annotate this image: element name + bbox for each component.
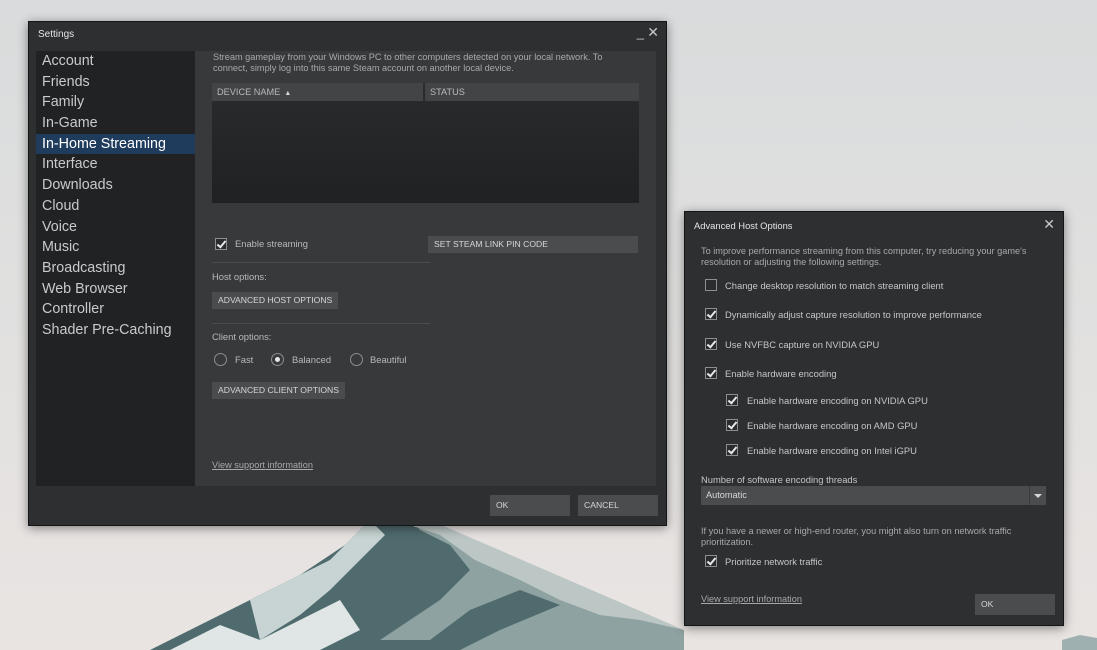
radio-balanced[interactable]	[271, 353, 284, 366]
streaming-description: Stream gameplay from your Windows PC to …	[213, 52, 603, 73]
radio-beautiful-label: Beautiful	[370, 354, 407, 365]
hardware-encoding-checkbox[interactable]	[705, 367, 717, 379]
ok-button[interactable]: OK	[975, 594, 1055, 615]
cancel-button[interactable]: CANCEL	[578, 495, 658, 516]
client-options-label: Client options:	[212, 331, 272, 342]
sidebar-item-in-game[interactable]: In-Game	[36, 113, 195, 134]
radio-balanced-label: Balanced	[292, 354, 332, 365]
change-resolution-label: Change desktop resolution to match strea…	[725, 280, 944, 291]
radio-beautiful[interactable]	[350, 353, 363, 366]
hw-encoding-nvidia-checkbox[interactable]	[726, 394, 738, 406]
divider	[212, 262, 430, 263]
sidebar-item-shader-pre-caching[interactable]: Shader Pre-Caching	[36, 320, 195, 341]
nvfbc-capture-label: Use NVFBC capture on NVIDIA GPU	[725, 339, 880, 350]
enable-streaming-label: Enable streaming	[235, 238, 308, 249]
hw-encoding-intel-checkbox[interactable]	[726, 444, 738, 456]
prioritize-traffic-checkbox[interactable]	[705, 555, 717, 567]
view-support-information-link[interactable]: View support information	[212, 460, 313, 470]
radio-fast-label: Fast	[235, 354, 254, 365]
hw-encoding-amd-label: Enable hardware encoding on AMD GPU	[747, 420, 918, 431]
sidebar-item-family[interactable]: Family	[36, 92, 195, 113]
host-options-label: Host options:	[212, 271, 267, 282]
encoding-threads-label: Number of software encoding threads	[701, 474, 858, 485]
dynamic-resolution-label: Dynamically adjust capture resolution to…	[725, 309, 982, 320]
change-resolution-checkbox[interactable]	[705, 279, 717, 291]
sidebar-item-broadcasting[interactable]: Broadcasting	[36, 258, 195, 279]
advanced-client-options-button[interactable]: ADVANCED CLIENT OPTIONS	[212, 382, 345, 399]
streaming-panel: Stream gameplay from your Windows PC to …	[195, 51, 656, 486]
ok-button[interactable]: OK	[490, 495, 570, 516]
minimize-icon[interactable]: _	[637, 25, 644, 40]
sidebar-item-downloads[interactable]: Downloads	[36, 175, 195, 196]
column-header-device-name[interactable]: DEVICE NAME ▲	[212, 83, 424, 101]
router-note: If you have a newer or high-end router, …	[701, 526, 1012, 547]
hw-encoding-nvidia-label: Enable hardware encoding on NVIDIA GPU	[747, 395, 928, 406]
close-icon[interactable]: ✕	[1043, 216, 1055, 233]
enable-streaming-checkbox[interactable]	[215, 238, 227, 250]
sidebar-item-friends[interactable]: Friends	[36, 72, 195, 93]
sidebar-item-music[interactable]: Music	[36, 237, 195, 258]
advanced-host-options-dialog: Advanced Host Options ✕ To improve perfo…	[684, 211, 1064, 626]
settings-window: Settings _ ✕ Account Friends Family In-G…	[28, 21, 667, 526]
encoding-threads-value: Automatic	[706, 490, 747, 500]
advanced-host-options-button[interactable]: ADVANCED HOST OPTIONS	[212, 292, 339, 309]
hardware-encoding-label: Enable hardware encoding	[725, 368, 837, 379]
encoding-threads-select[interactable]: Automatic	[701, 486, 1046, 505]
set-steam-link-pin-button[interactable]: SET STEAM LINK PIN CODE	[428, 236, 638, 253]
hw-encoding-intel-label: Enable hardware encoding on Intel iGPU	[747, 445, 917, 456]
divider	[212, 323, 430, 324]
sidebar-item-cloud[interactable]: Cloud	[36, 196, 195, 217]
dialog-description: To improve performance streaming from th…	[701, 246, 1027, 267]
window-title: Settings	[38, 29, 75, 40]
chevron-down-icon[interactable]	[1029, 486, 1046, 505]
prioritize-traffic-label: Prioritize network traffic	[725, 556, 823, 567]
column-header-status[interactable]: STATUS	[425, 83, 639, 101]
device-table: DEVICE NAME ▲ STATUS	[212, 83, 639, 203]
dialog-title: Advanced Host Options	[694, 220, 793, 231]
sidebar-item-in-home-streaming[interactable]: In-Home Streaming	[36, 133, 195, 155]
view-support-information-link[interactable]: View support information	[701, 594, 802, 604]
nvfbc-capture-checkbox[interactable]	[705, 338, 717, 350]
sidebar-item-account[interactable]: Account	[36, 51, 195, 72]
sidebar-item-controller[interactable]: Controller	[36, 299, 195, 320]
sidebar-item-voice[interactable]: Voice	[36, 217, 195, 238]
sidebar-item-web-browser[interactable]: Web Browser	[36, 279, 195, 300]
close-icon[interactable]: ✕	[647, 24, 659, 41]
sort-ascending-icon: ▲	[284, 90, 292, 97]
sidebar-item-interface[interactable]: Interface	[36, 154, 195, 175]
dynamic-resolution-checkbox[interactable]	[705, 308, 717, 320]
settings-sidebar: Account Friends Family In-Game In-Home S…	[36, 51, 195, 486]
column-header-device-label: DEVICE NAME	[217, 87, 281, 97]
radio-fast[interactable]	[214, 353, 227, 366]
hw-encoding-amd-checkbox[interactable]	[726, 419, 738, 431]
